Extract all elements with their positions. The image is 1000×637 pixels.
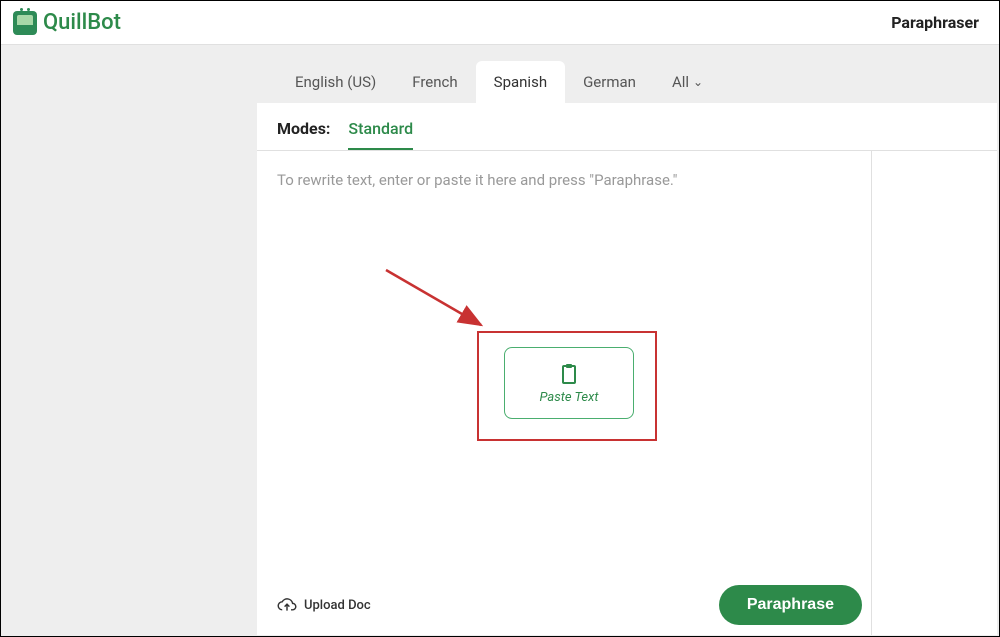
upload-doc-button[interactable]: Upload Doc	[277, 597, 371, 613]
lang-tab-french[interactable]: French	[394, 61, 475, 103]
clipboard-icon	[557, 362, 581, 386]
chevron-down-icon: ⌄	[693, 75, 703, 89]
lang-tab-all[interactable]: All ⌄	[654, 61, 721, 103]
upload-doc-label: Upload Doc	[304, 598, 371, 613]
mode-tab-standard[interactable]: Standard	[348, 119, 413, 150]
modes-row: Modes: Standard	[257, 103, 997, 151]
paraphrase-button[interactable]: Paraphrase	[719, 585, 862, 625]
quillbot-logo-icon	[13, 11, 37, 35]
cloud-upload-icon	[277, 597, 297, 613]
modes-label: Modes:	[277, 119, 330, 150]
lang-tab-german[interactable]: German	[565, 61, 654, 103]
main-panel: Modes: Standard To rewrite text, enter o…	[257, 103, 997, 635]
language-tabs: English (US) French Spanish German All ⌄	[257, 61, 997, 103]
brand-name: QuillBot	[43, 10, 121, 35]
all-label: All	[672, 73, 689, 91]
page-title: Paraphraser	[891, 13, 979, 32]
bottom-toolbar: Upload Doc Paraphrase	[277, 585, 862, 625]
paste-text-button[interactable]: Paste Text	[504, 347, 634, 419]
content-background: English (US) French Spanish German All ⌄…	[1, 45, 999, 636]
brand-logo[interactable]: QuillBot	[13, 10, 121, 35]
app-header: QuillBot Paraphraser	[1, 1, 999, 45]
editor-area[interactable]: To rewrite text, enter or paste it here …	[257, 151, 872, 635]
annotation-highlight-box: Paste Text	[477, 331, 657, 441]
editor-placeholder: To rewrite text, enter or paste it here …	[277, 171, 851, 189]
paste-text-label: Paste Text	[540, 390, 599, 405]
lang-tab-english[interactable]: English (US)	[277, 61, 394, 103]
lang-tab-spanish[interactable]: Spanish	[476, 61, 565, 103]
paraphraser-card: English (US) French Spanish German All ⌄…	[257, 61, 997, 635]
